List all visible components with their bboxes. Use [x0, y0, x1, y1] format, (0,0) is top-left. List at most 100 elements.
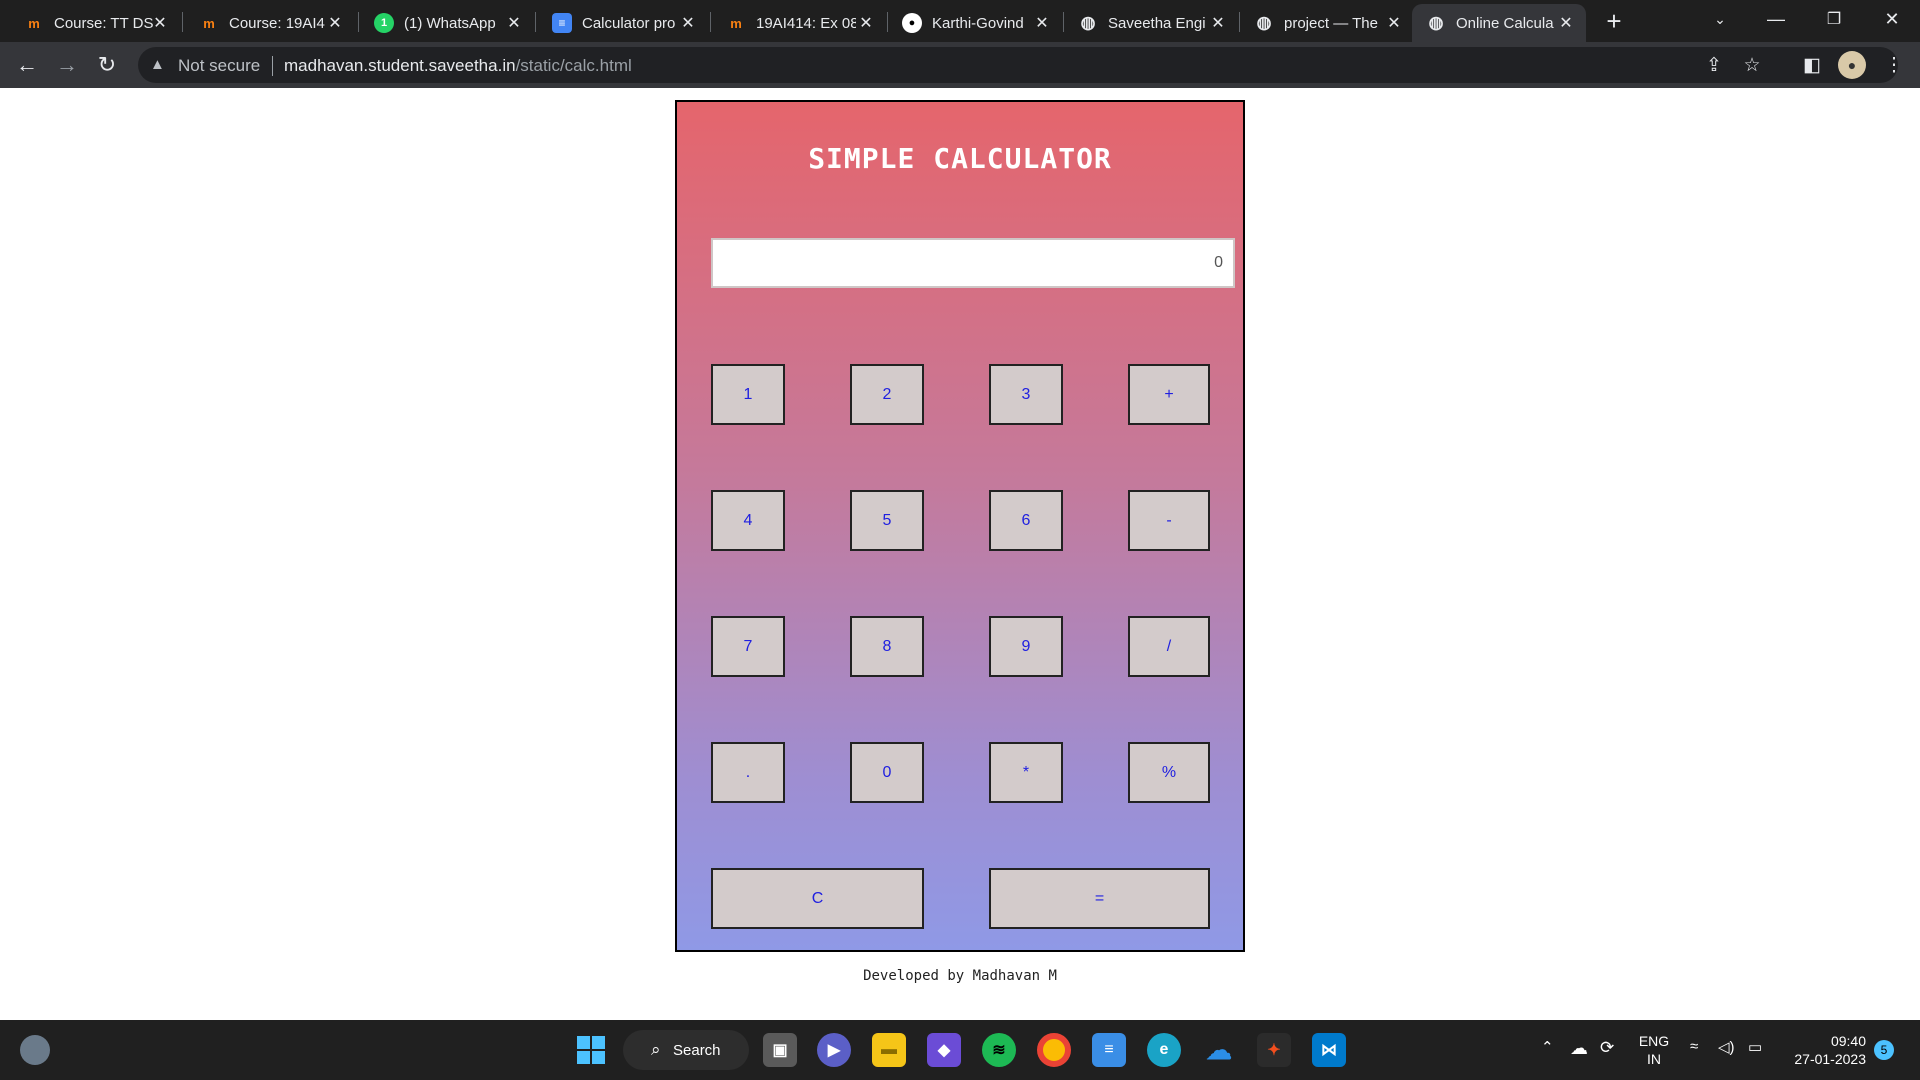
battery-icon[interactable]: ▭: [1748, 1038, 1762, 1056]
key-plus[interactable]: +: [1128, 364, 1210, 425]
key-5[interactable]: 5: [850, 490, 924, 551]
clear-button[interactable]: C: [711, 868, 924, 929]
close-icon[interactable]: ✕: [150, 13, 170, 33]
figma-icon[interactable]: ✦: [1257, 1033, 1291, 1067]
tab-calculator-pro[interactable]: ≡ Calculator pro ✕: [538, 4, 708, 42]
close-icon[interactable]: ✕: [1208, 13, 1228, 33]
moodle-icon: m: [203, 15, 215, 31]
key-6[interactable]: 6: [989, 490, 1063, 551]
taskbar-search-label: Search: [673, 1041, 721, 1059]
globe-icon: ◍: [1080, 13, 1096, 32]
key-4[interactable]: 4: [711, 490, 785, 551]
spotify-icon[interactable]: ≋: [982, 1033, 1016, 1067]
clock-time: 09:40: [1830, 1033, 1866, 1049]
lang-bottom: IN: [1647, 1051, 1661, 1067]
moodle-icon: m: [730, 15, 742, 31]
key-percent[interactable]: %: [1128, 742, 1210, 803]
close-icon[interactable]: ✕: [325, 13, 345, 33]
copilot-app-icon[interactable]: ◆: [927, 1033, 961, 1067]
sync-icon[interactable]: ⟳: [1600, 1038, 1614, 1058]
key-2[interactable]: 2: [850, 364, 924, 425]
tab-course-19ai4[interactable]: m Course: 19AI4 ✕: [185, 4, 355, 42]
close-icon[interactable]: ✕: [1032, 13, 1052, 33]
docs-icon: ≡: [552, 13, 572, 33]
close-icon[interactable]: ✕: [1384, 13, 1404, 33]
minimize-button[interactable]: —: [1748, 0, 1804, 38]
key-3[interactable]: 3: [989, 364, 1063, 425]
key-1[interactable]: 1: [711, 364, 785, 425]
key-decimal[interactable]: .: [711, 742, 785, 803]
language-indicator[interactable]: ENG IN: [1634, 1032, 1674, 1068]
clock[interactable]: 09:40 27-01-2023: [1782, 1032, 1866, 1068]
close-icon[interactable]: ✕: [678, 13, 698, 33]
notification-badge[interactable]: 5: [1874, 1040, 1894, 1060]
tab-course-tt-ds[interactable]: m Course: TT DS ✕: [10, 4, 180, 42]
taskbar-search[interactable]: ⌕ Search: [623, 1030, 749, 1070]
forward-arrow-icon[interactable]: →: [52, 50, 82, 80]
key-8[interactable]: 8: [850, 616, 924, 677]
globe-icon: ◍: [1428, 13, 1444, 32]
side-panel-icon[interactable]: ◧: [1798, 51, 1826, 79]
weather-icon[interactable]: [20, 1035, 50, 1065]
cloud-icon[interactable]: ☁: [1570, 1038, 1588, 1059]
back-arrow-icon[interactable]: ←: [12, 50, 42, 80]
calculator-title: SIMPLE CALCULATOR: [808, 142, 1112, 175]
key-minus[interactable]: -: [1128, 490, 1210, 551]
browser-toolbar: ← → ↻ ▲ Not secure madhavan.student.save…: [0, 42, 1920, 88]
notepad-icon[interactable]: ≡: [1092, 1033, 1126, 1067]
security-label[interactable]: Not secure: [178, 56, 260, 76]
address-bar[interactable]: ▲ Not secure madhavan.student.saveetha.i…: [138, 47, 1898, 83]
globe-icon: ◍: [1256, 13, 1272, 32]
tab-19ai414-ex08[interactable]: m 19AI414: Ex 08 ✕: [712, 4, 886, 42]
close-icon[interactable]: ✕: [1556, 13, 1576, 33]
close-icon[interactable]: ✕: [504, 13, 524, 33]
share-icon[interactable]: ⇪: [1700, 51, 1728, 79]
tab-label: Calculator pro: [582, 14, 676, 32]
bookmark-star-icon[interactable]: ☆: [1738, 51, 1766, 79]
wifi-icon[interactable]: ≈: [1690, 1038, 1698, 1055]
tab-karthi-govind[interactable]: ● Karthi-Govind ✕: [888, 4, 1062, 42]
calculator-display[interactable]: 0: [711, 238, 1235, 288]
tab-project-the[interactable]: ◍ project — The ✕: [1240, 4, 1414, 42]
url-text[interactable]: madhavan.student.saveetha.in/static/calc…: [284, 56, 632, 76]
lang-top: ENG: [1638, 1033, 1670, 1049]
chrome-icon[interactable]: [1037, 1033, 1071, 1067]
task-view-icon[interactable]: ▣: [763, 1033, 797, 1067]
tab-online-calculator[interactable]: ◍ Online Calcula ✕: [1412, 4, 1586, 42]
vscode-icon[interactable]: ⋈: [1312, 1033, 1346, 1067]
reload-icon[interactable]: ↻: [92, 50, 122, 80]
chevron-up-icon[interactable]: ⌃: [1541, 1038, 1554, 1056]
close-window-button[interactable]: ✕: [1864, 0, 1920, 38]
page-content: SIMPLE CALCULATOR 0 1 2 3 + 4 5 6 - 7 8 …: [0, 88, 1920, 1020]
key-7[interactable]: 7: [711, 616, 785, 677]
edge-icon[interactable]: e: [1147, 1033, 1181, 1067]
teams-chat-icon[interactable]: ▶: [817, 1033, 851, 1067]
tab-search-chevron-icon[interactable]: ⌄: [1692, 0, 1748, 38]
moodle-icon: m: [28, 15, 40, 31]
file-explorer-icon[interactable]: ▬: [872, 1033, 906, 1067]
profile-avatar[interactable]: ●: [1838, 51, 1866, 79]
volume-icon[interactable]: ◁): [1718, 1038, 1735, 1056]
key-divide[interactable]: /: [1128, 616, 1210, 677]
footer-credit: Developed by Madhavan M: [863, 968, 1057, 984]
tab-label: Karthi-Govind: [932, 14, 1024, 32]
new-tab-button[interactable]: +: [1598, 6, 1630, 36]
menu-kebab-icon[interactable]: ⋮: [1880, 51, 1908, 79]
equals-button[interactable]: =: [989, 868, 1210, 929]
search-icon: ⌕: [651, 1040, 661, 1059]
onedrive-icon[interactable]: ☁: [1202, 1033, 1236, 1067]
whatsapp-icon: 1: [374, 13, 394, 33]
start-windows-icon[interactable]: [574, 1033, 608, 1067]
close-icon[interactable]: ✕: [856, 13, 876, 33]
tab-whatsapp[interactable]: 1 (1) WhatsApp ✕: [360, 4, 534, 42]
key-9[interactable]: 9: [989, 616, 1063, 677]
tab-label: 19AI414: Ex 08: [756, 14, 856, 32]
tab-saveetha-engi[interactable]: ◍ Saveetha Engi ✕: [1064, 4, 1238, 42]
tab-label: Course: 19AI4: [229, 14, 325, 32]
tab-label: Online Calcula: [1456, 14, 1554, 32]
key-multiply[interactable]: *: [989, 742, 1063, 803]
restore-button[interactable]: ❐: [1806, 0, 1862, 38]
key-0[interactable]: 0: [850, 742, 924, 803]
warning-icon[interactable]: ▲: [150, 56, 168, 74]
tab-label: Saveetha Engi: [1108, 14, 1206, 32]
